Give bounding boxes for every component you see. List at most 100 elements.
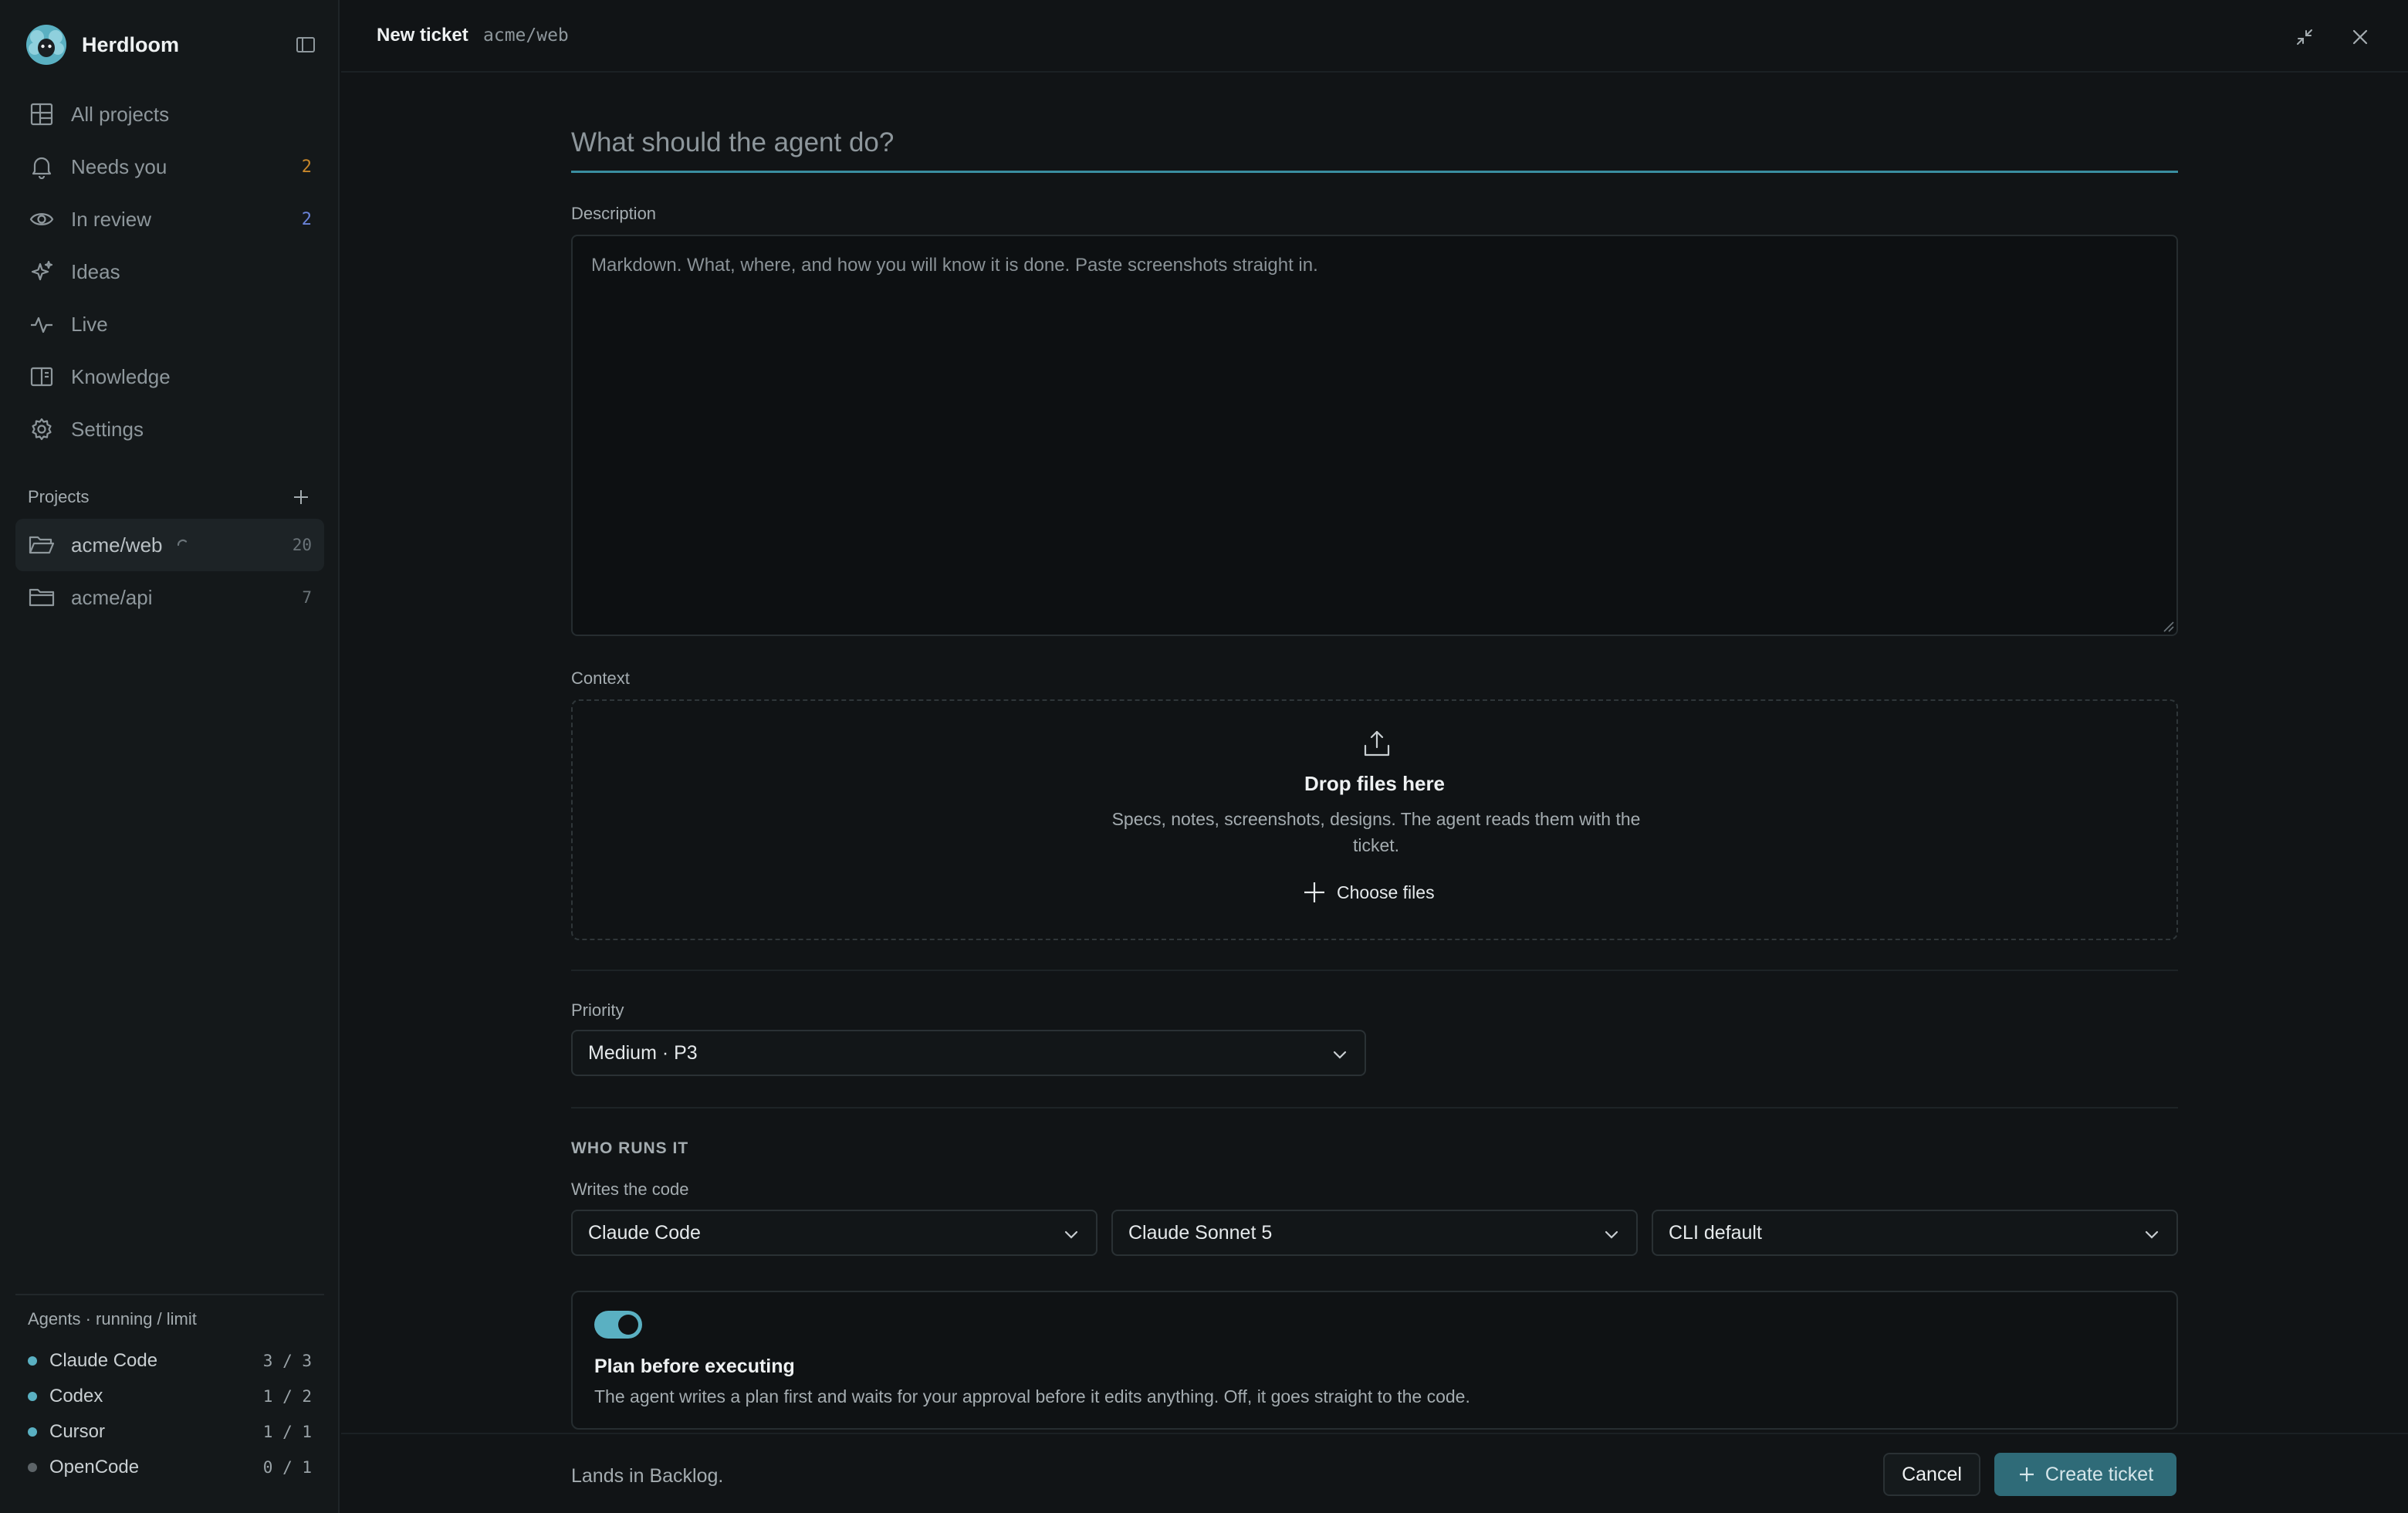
plus-icon [1304, 882, 1324, 902]
panel-repo: acme/web [483, 25, 569, 46]
sidebar-item-knowledge[interactable]: Knowledge [15, 350, 324, 403]
brand-name: Herdloom [82, 32, 180, 56]
agent-name: Claude Code [49, 1350, 158, 1371]
ticket-title-input[interactable] [571, 114, 2178, 173]
sidebar-toggle-icon [296, 37, 315, 52]
add-project-button[interactable] [289, 485, 313, 509]
cancel-button[interactable]: Cancel [1883, 1453, 1980, 1496]
agent-row-cursor: Cursor 1 / 1 [28, 1414, 312, 1450]
sidebar-item-label: Needs you [71, 154, 167, 178]
sidebar-item-settings[interactable]: Settings [15, 403, 324, 455]
sidebar-item-label: All projects [71, 102, 170, 126]
upload-icon [1364, 730, 1390, 756]
model-value: Claude Sonnet 5 [1128, 1221, 1273, 1244]
create-ticket-button[interactable]: Create ticket [1994, 1453, 2176, 1496]
plus-icon [294, 490, 308, 504]
resize-grip-icon[interactable] [2161, 619, 2175, 633]
priority-label: Priority [571, 1000, 624, 1020]
plan-description: The agent writes a plan first and waits … [594, 1386, 1470, 1406]
projects-header: Projects [28, 483, 313, 511]
chevron-down-icon [2145, 1230, 2159, 1239]
sidebar-collapse-button[interactable] [293, 32, 318, 57]
gear-icon [28, 415, 56, 443]
project-item-acme-api[interactable]: acme/api 7 [15, 571, 324, 624]
plan-toggle[interactable] [594, 1311, 642, 1339]
project-ticket-count: 20 [292, 536, 312, 554]
plan-title: Plan before executing [594, 1356, 795, 1377]
choose-files-label: Choose files [1337, 882, 1435, 902]
model-select[interactable]: Claude Sonnet 5 [1111, 1210, 1638, 1256]
bell-icon [28, 153, 56, 181]
plan-before-executing-card: Plan before executing The agent writes a… [571, 1291, 2178, 1430]
agent-row-opencode: OpenCode 0 / 1 [28, 1450, 312, 1485]
in-review-count-badge: 2 [301, 209, 312, 229]
folder-open-icon [28, 531, 56, 559]
agent-value: Claude Code [588, 1221, 701, 1244]
folder-icon [28, 584, 56, 611]
project-item-acme-web[interactable]: acme/web 20 [15, 519, 324, 571]
sidebar-item-in-review[interactable]: In review 2 [15, 193, 324, 245]
panel-title: New ticket [377, 25, 468, 46]
sidebar-item-ideas[interactable]: Ideas [15, 245, 324, 298]
activity-icon [28, 310, 56, 338]
sidebar-nav: All projects Needs you 2 In review 2 Ide… [15, 88, 324, 455]
minimize-button[interactable] [2291, 23, 2318, 51]
sidebar-item-label: Settings [71, 417, 144, 441]
agent-usage: 1 / 1 [262, 1423, 312, 1441]
sidebar: Herdloom All projects Needs you 2 In rev… [0, 0, 340, 1513]
divider [571, 970, 2178, 971]
agent-usage: 3 / 3 [262, 1352, 312, 1370]
agents-title: Agents · running / limit [28, 1309, 197, 1329]
agent-status-dot [28, 1463, 37, 1472]
agent-row-claude-code: Claude Code 3 / 3 [28, 1343, 312, 1379]
brand[interactable]: Herdloom [25, 23, 318, 66]
sidebar-item-all-projects[interactable]: All projects [15, 88, 324, 140]
chevron-down-icon [1605, 1230, 1618, 1239]
sidebar-item-label: In review [71, 207, 152, 231]
agent-name: Codex [49, 1386, 103, 1406]
agent-name: OpenCode [49, 1457, 140, 1477]
chevron-down-icon [1333, 1051, 1347, 1059]
minimize-icon [2297, 29, 2312, 45]
effort-value: CLI default [1669, 1221, 1762, 1244]
agents-divider [15, 1294, 324, 1295]
sheep-logo-icon [26, 25, 66, 65]
project-label: acme/api [71, 585, 153, 609]
panel-header: New ticket acme/web [341, 0, 2408, 73]
sidebar-item-live[interactable]: Live [15, 298, 324, 350]
agents-list: Claude Code 3 / 3 Codex 1 / 2 Cursor 1 /… [28, 1343, 312, 1485]
choose-files-button[interactable]: Choose files [1303, 878, 1435, 906]
agent-row-codex: Codex 1 / 2 [28, 1379, 312, 1414]
sparkle-icon [28, 258, 56, 286]
close-icon [2352, 29, 2368, 45]
plus-icon [2019, 1467, 2034, 1481]
context-label: Context [571, 668, 630, 688]
loading-spinner-icon [177, 539, 187, 547]
project-ticket-count: 7 [302, 588, 312, 607]
grid-icon [28, 100, 56, 128]
agent-usage: 1 / 2 [262, 1387, 312, 1406]
book-icon [28, 363, 56, 391]
priority-select[interactable]: Medium · P3 [571, 1030, 1366, 1076]
description-textarea[interactable] [571, 235, 2178, 636]
who-runs-it-heading: WHO RUNS IT [571, 1139, 689, 1157]
needs-you-count-badge: 2 [301, 157, 312, 177]
agent-status-dot [28, 1427, 37, 1437]
dropzone-title: Drop files here [1304, 772, 1446, 795]
agent-status-dot [28, 1356, 37, 1366]
sidebar-item-label: Ideas [71, 259, 120, 283]
sidebar-item-label: Live [71, 312, 108, 336]
agent-select[interactable]: Claude Code [571, 1210, 1097, 1256]
effort-select[interactable]: CLI default [1652, 1210, 2178, 1256]
backlog-note: Lands in Backlog. [571, 1465, 724, 1487]
priority-value: Medium · P3 [588, 1041, 698, 1064]
project-list: acme/web 20 acme/api 7 [15, 519, 324, 624]
file-dropzone[interactable]: Drop files here Specs, notes, screenshot… [571, 699, 2178, 940]
dropzone-subtitle: Specs, notes, screenshots, designs. The … [1111, 809, 1641, 855]
agent-name: Cursor [49, 1421, 106, 1442]
divider [571, 1107, 2178, 1109]
sidebar-item-needs-you[interactable]: Needs you 2 [15, 140, 324, 193]
sidebar-item-label: Knowledge [71, 364, 171, 388]
close-button[interactable] [2346, 23, 2374, 51]
project-label: acme/web [71, 533, 163, 557]
